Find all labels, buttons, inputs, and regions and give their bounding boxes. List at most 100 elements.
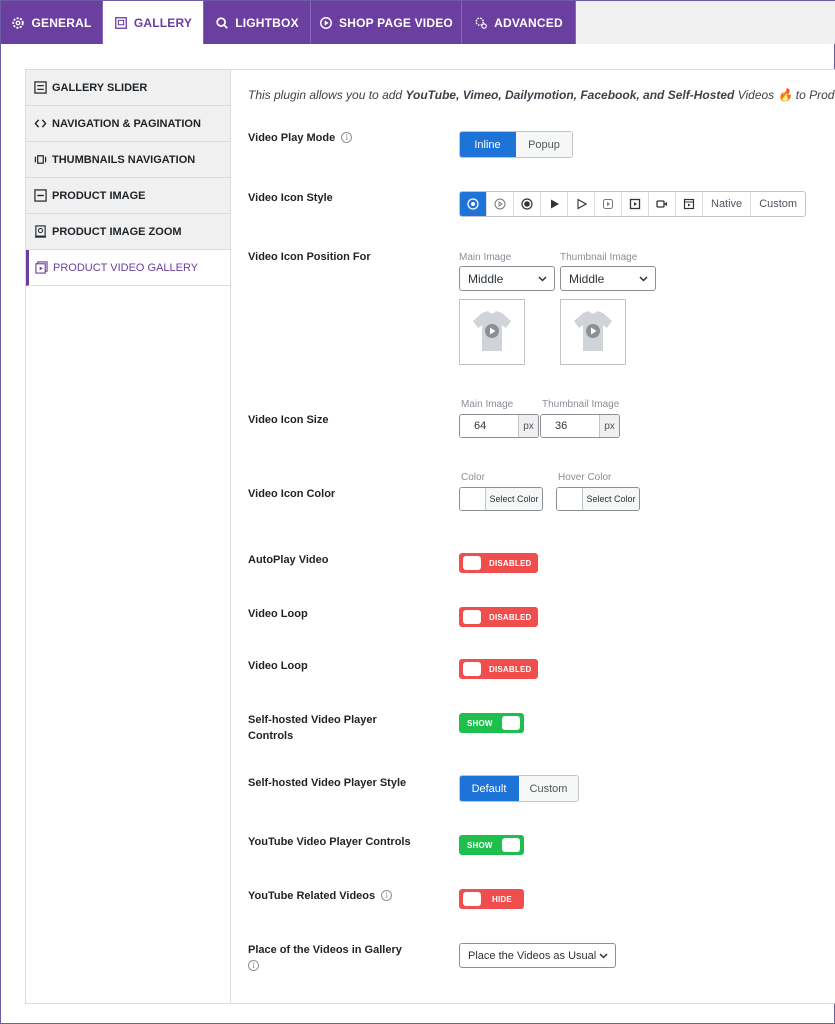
search-icon (216, 16, 229, 29)
tab-gallery[interactable]: GALLERY (103, 1, 204, 44)
icon-style-window-icon[interactable] (676, 192, 703, 216)
thumb-image-size-caption: Thumbnail Image (542, 399, 620, 410)
icon-style-box-play-icon[interactable] (622, 192, 649, 216)
toggle-knob (502, 838, 520, 852)
sidebar: GALLERY SLIDER NAVIGATION & PAGINATION T… (26, 70, 231, 1003)
tab-label: GALLERY (133, 15, 193, 30)
info-icon[interactable]: i (381, 890, 393, 901)
gear-advanced-icon (475, 16, 487, 29)
sidebar-item-thumbnails-navigation[interactable]: THUMBNAILS NAVIGATION (26, 142, 230, 178)
info-icon[interactable]: i (248, 960, 259, 971)
thumb-image-position-select[interactable]: Middle (560, 266, 656, 291)
chevron-down-icon (599, 953, 608, 959)
tab-label: GENERAL (31, 15, 92, 30)
play-circle-icon (320, 16, 332, 29)
icon-position-label: Video Icon Position For (248, 251, 371, 263)
settings-content: This plugin allows you to add YouTube, V… (232, 70, 835, 1003)
icon-style-solid-play-icon[interactable] (541, 192, 568, 216)
sidebar-item-label: THUMBNAILS NAVIGATION (52, 153, 196, 166)
icon-style-label: Video Icon Style (248, 192, 333, 204)
main-image-size-field[interactable]: 64 px (459, 414, 539, 438)
sidebar-item-label: PRODUCT VIDEO GALLERY (53, 261, 199, 274)
thumb-image-size-field[interactable]: 36 px (540, 414, 620, 438)
sidebar-item-label: PRODUCT IMAGE (52, 189, 146, 202)
main-image-position-select[interactable]: Middle (459, 266, 555, 291)
self-hosted-controls-label-line2: Controls (248, 730, 294, 742)
youtube-related-toggle[interactable]: HIDE (459, 889, 524, 909)
main-image-size-input[interactable]: 64 (460, 415, 518, 437)
youtube-controls-state: SHOW (467, 840, 493, 850)
icon-style-custom-button[interactable]: Custom (751, 192, 805, 216)
top-tabs: GENERAL GALLERY LIGHTBOX SHOP PAGE VIDEO… (1, 1, 835, 44)
autoplay-label: AutoPlay Video (248, 554, 329, 566)
self-hosted-controls-toggle[interactable]: SHOW (459, 713, 524, 733)
toggle-knob (463, 610, 481, 624)
thumb-image-size-input[interactable]: 36 (541, 415, 599, 437)
sidebar-item-product-image[interactable]: PRODUCT IMAGE (26, 178, 230, 214)
info-icon[interactable]: i (341, 132, 353, 143)
place-videos-select[interactable]: Place the Videos as Usual (459, 943, 616, 968)
icon-hover-color-select-label: Select Color (583, 488, 639, 510)
play-mode-label: Video Play Mode i (248, 130, 353, 146)
youtube-related-state: HIDE (492, 894, 512, 904)
icon-color-picker[interactable]: Select Color (459, 487, 543, 511)
self-hosted-style-label: Self-hosted Video Player Style (248, 777, 407, 789)
place-videos-value: Place the Videos as Usual (468, 949, 597, 962)
intro-platforms: YouTube, Vimeo, Dailymotion, Facebook, a… (405, 88, 735, 102)
image-icon (34, 189, 47, 202)
main-image-position-caption: Main Image (459, 252, 512, 263)
icon-style-camera-icon[interactable] (649, 192, 676, 216)
video-loop-toggle[interactable]: DISABLED (459, 607, 538, 627)
sidebar-item-navigation-pagination[interactable]: NAVIGATION & PAGINATION (26, 106, 230, 142)
thumb-image-position-value: Middle (569, 271, 605, 286)
tab-shop-page-video[interactable]: SHOP PAGE VIDEO (311, 1, 462, 44)
gear-icon (12, 16, 25, 29)
play-mode-inline-button[interactable]: Inline (460, 132, 516, 157)
slider-icon (34, 81, 47, 94)
icon-style-outline-triangle-icon[interactable] (568, 192, 595, 216)
self-hosted-style-toggle: Default Custom (459, 775, 579, 802)
hover-color-caption: Hover Color (558, 472, 612, 483)
tab-lightbox[interactable]: LIGHTBOX (204, 1, 311, 44)
sidebar-item-label: GALLERY SLIDER (52, 81, 148, 94)
tab-general[interactable]: GENERAL (1, 1, 103, 44)
sidebar-item-gallery-slider[interactable]: GALLERY SLIDER (26, 70, 230, 106)
sidebar-item-label: NAVIGATION & PAGINATION (52, 117, 201, 130)
main-image-size-caption: Main Image (461, 399, 514, 410)
sidebar-item-product-image-zoom[interactable]: PRODUCT IMAGE ZOOM (26, 214, 230, 250)
autoplay-state: DISABLED (489, 558, 532, 568)
icon-style-outline-play-icon[interactable] (487, 192, 514, 216)
toggle-knob (502, 716, 520, 730)
icon-style-circle-play-icon[interactable] (460, 192, 487, 216)
self-hosted-style-custom-button[interactable]: Custom (519, 776, 578, 801)
icon-style-square-play-icon[interactable] (595, 192, 622, 216)
main-image-position-value: Middle (468, 271, 504, 286)
video-loop-label: Video Loop (248, 608, 308, 620)
video-gallery-icon (35, 261, 48, 274)
icon-color-label: Video Icon Color (248, 488, 336, 500)
toggle-knob (463, 892, 481, 906)
self-hosted-controls-label-line1: Self-hosted Video Player (248, 714, 377, 726)
color-caption: Color (461, 472, 485, 483)
main-image-preview (459, 299, 525, 365)
play-mode-label-text: Video Play Mode (248, 132, 336, 144)
chevron-down-icon (639, 276, 648, 282)
tab-bar-filler (576, 1, 835, 44)
video-loop-toggle-2[interactable]: DISABLED (459, 659, 538, 679)
play-mode-popup-button[interactable]: Popup (516, 132, 572, 157)
youtube-controls-toggle[interactable]: SHOW (459, 835, 524, 855)
icon-color-swatch (460, 488, 486, 510)
thumb-image-position-caption: Thumbnail Image (560, 252, 638, 263)
self-hosted-style-default-button[interactable]: Default (460, 776, 519, 801)
tshirt-play-icon (574, 311, 612, 351)
toggle-knob (463, 662, 481, 676)
self-hosted-controls-state: SHOW (467, 718, 493, 728)
tab-label: LIGHTBOX (235, 15, 299, 30)
icon-hover-color-picker[interactable]: Select Color (556, 487, 640, 511)
icon-style-native-button[interactable]: Native (703, 192, 752, 216)
sidebar-item-product-video-gallery[interactable]: PRODUCT VIDEO GALLERY (26, 250, 230, 286)
autoplay-toggle[interactable]: DISABLED (459, 553, 538, 573)
tab-advanced[interactable]: ADVANCED (462, 1, 576, 44)
sidebar-item-label: PRODUCT IMAGE ZOOM (52, 225, 182, 238)
icon-style-filled-circle-icon[interactable] (514, 192, 541, 216)
